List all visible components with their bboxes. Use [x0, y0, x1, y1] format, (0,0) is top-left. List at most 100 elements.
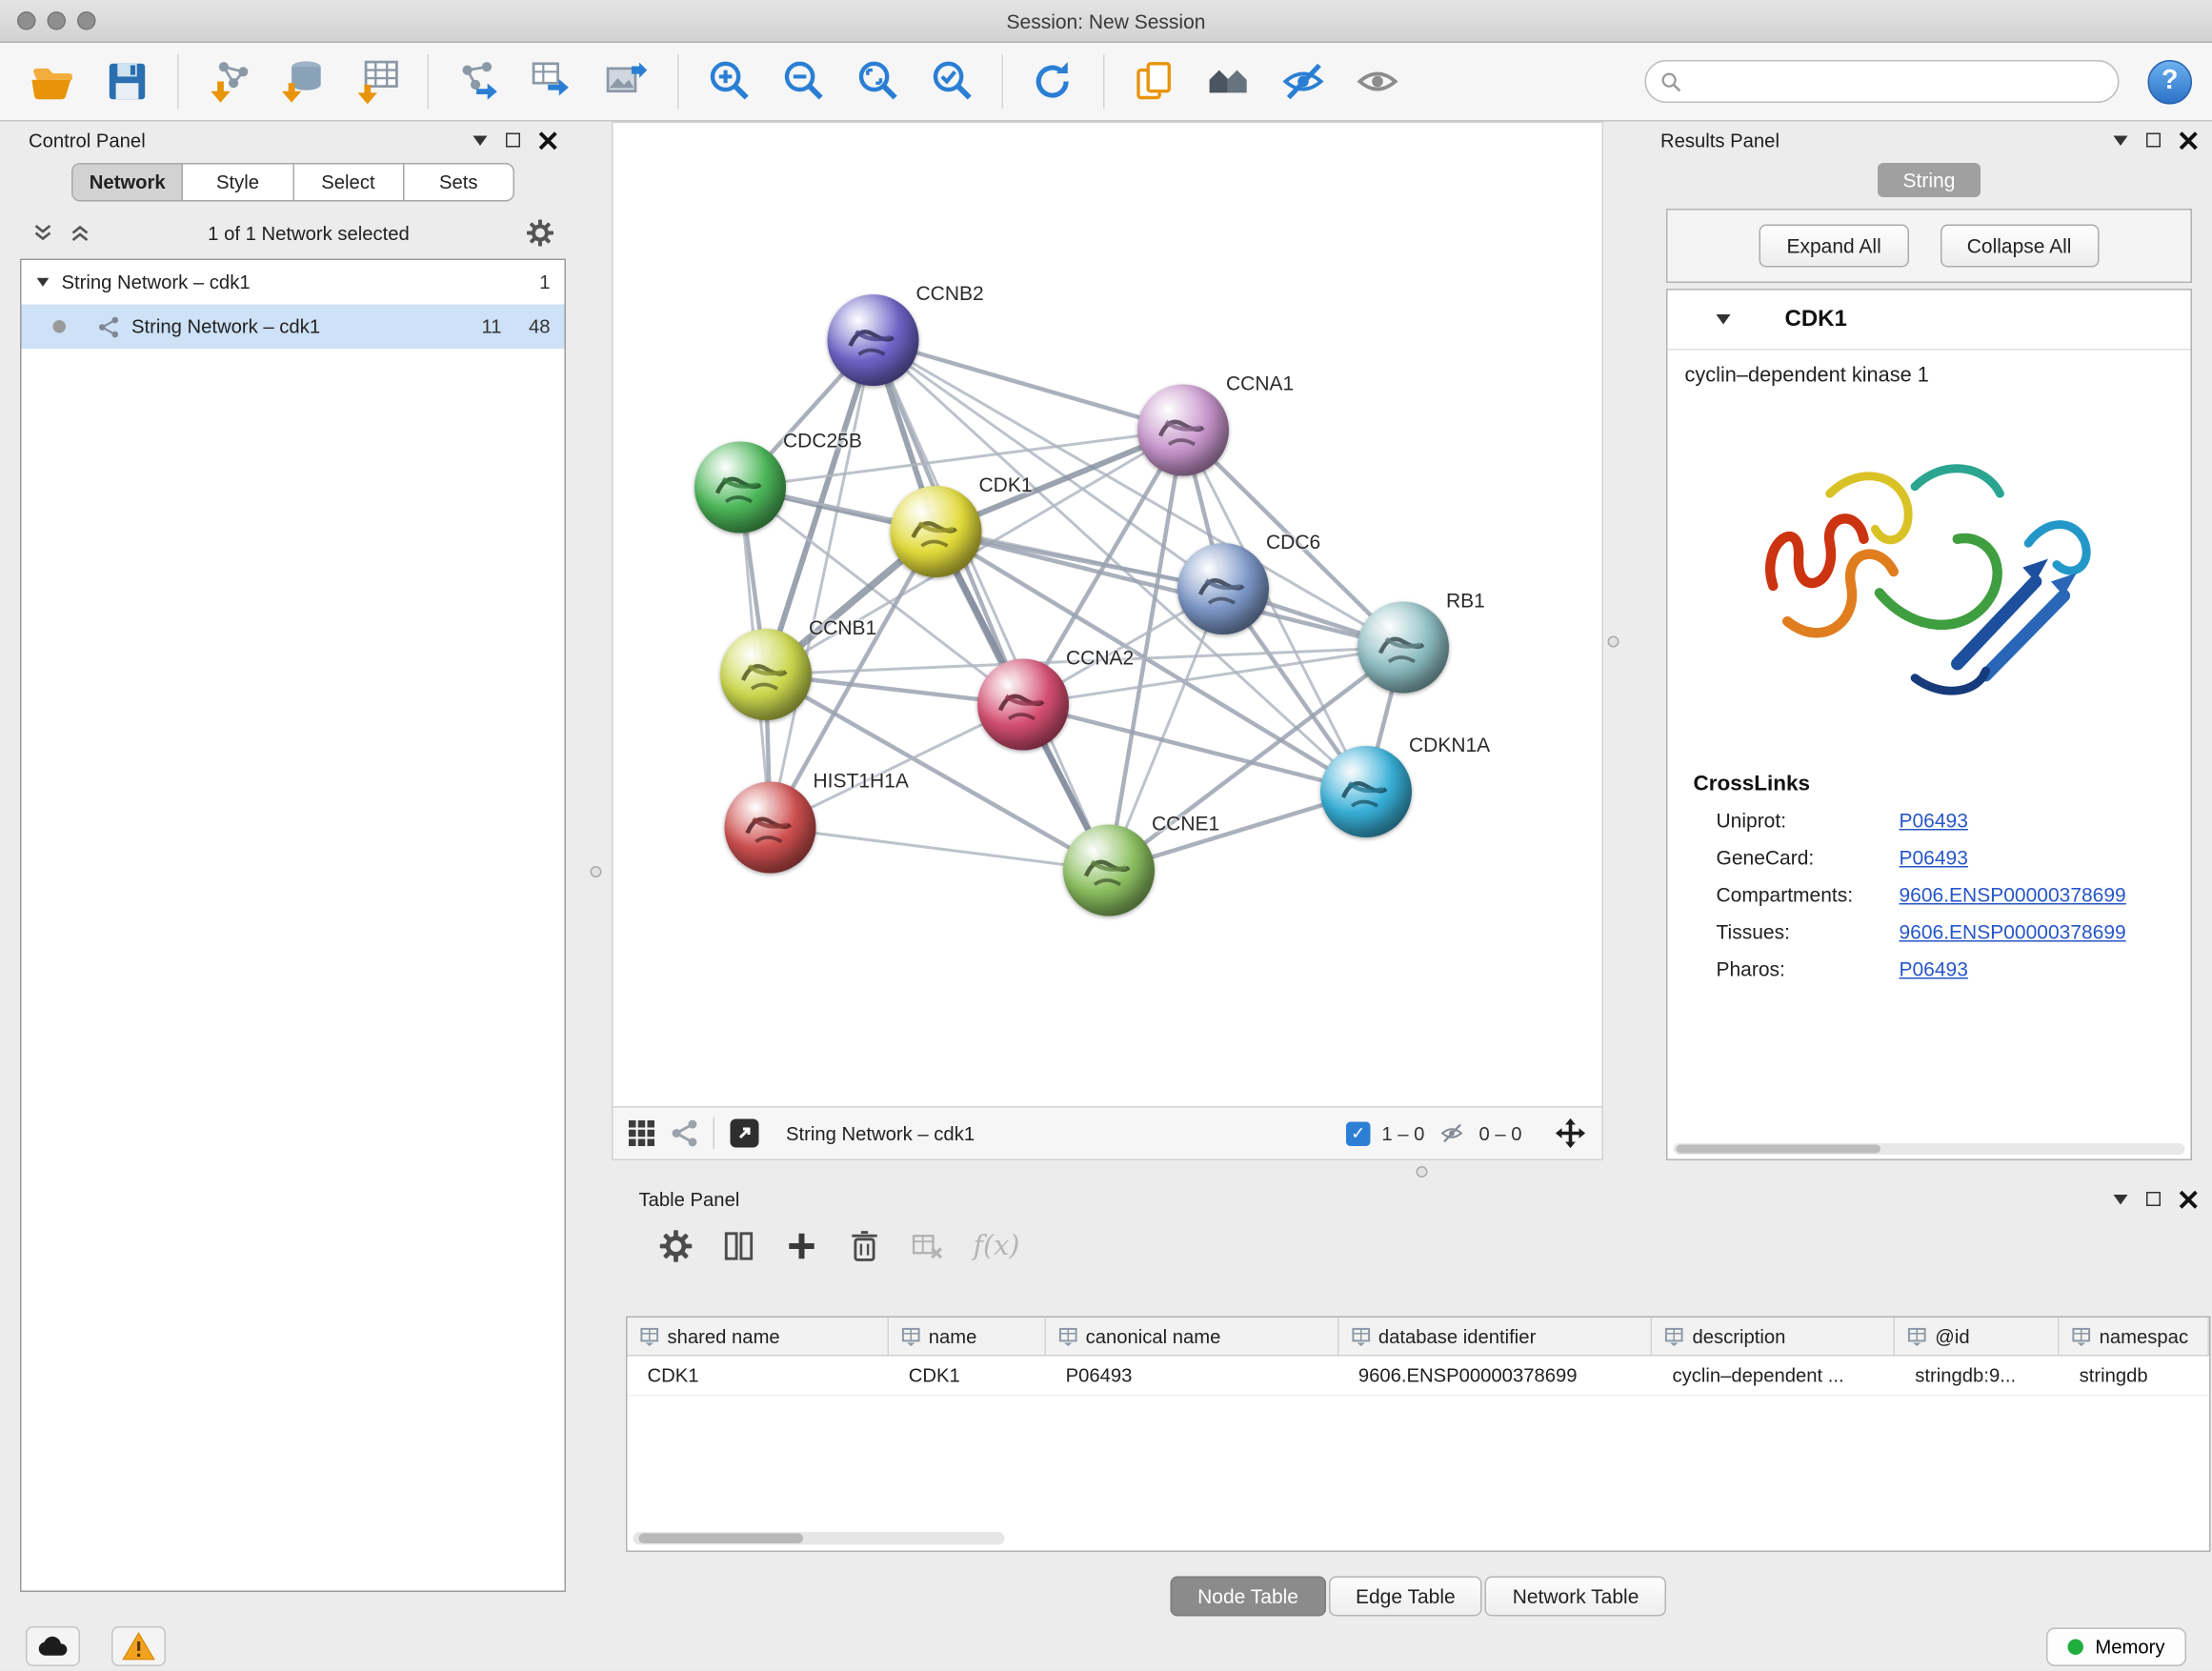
- table-settings-gear-icon[interactable]: [659, 1229, 694, 1263]
- network-edge[interactable]: [771, 828, 1110, 871]
- window-maximize-button[interactable]: [77, 11, 96, 30]
- panel-menu-icon[interactable]: [2114, 1194, 2128, 1204]
- zoom-out-button[interactable]: [771, 49, 836, 114]
- detach-view-icon[interactable]: [729, 1117, 760, 1149]
- window-minimize-button[interactable]: [48, 11, 67, 30]
- panel-close-icon[interactable]: [2180, 131, 2199, 150]
- expand-all-button[interactable]: Expand All: [1760, 225, 1908, 268]
- cloud-status-button[interactable]: [26, 1626, 80, 1666]
- table-cell[interactable]: stringdb:9...: [1895, 1357, 2059, 1396]
- search-input[interactable]: [1691, 70, 2104, 92]
- panel-menu-icon[interactable]: [2114, 135, 2128, 146]
- zoom-in-button[interactable]: [696, 49, 762, 114]
- zoom-selected-button[interactable]: [919, 49, 985, 114]
- panel-close-icon[interactable]: [2180, 1190, 2199, 1209]
- table-cell[interactable]: CDK1: [889, 1357, 1046, 1396]
- column-header-description[interactable]: description: [1653, 1318, 1896, 1355]
- crosslink-link[interactable]: P06493: [1900, 809, 1968, 832]
- memory-button[interactable]: Memory: [2046, 1627, 2186, 1666]
- network-node-ccnb2[interactable]: [828, 294, 919, 386]
- network-collection-row[interactable]: String Network – cdk1 1: [22, 260, 565, 305]
- window-close-button[interactable]: [17, 11, 36, 30]
- network-row[interactable]: String Network – cdk1 11 48: [22, 305, 565, 350]
- grid-view-icon[interactable]: [628, 1119, 656, 1148]
- warnings-button[interactable]: [111, 1626, 166, 1666]
- network-node-ccne1[interactable]: [1063, 825, 1155, 916]
- network-node-hist1h1a[interactable]: [725, 782, 816, 874]
- network-node-cdk1[interactable]: [891, 486, 982, 577]
- copy-document-button[interactable]: [1122, 49, 1188, 114]
- table-cell[interactable]: P06493: [1046, 1357, 1338, 1396]
- crosslink-link[interactable]: P06493: [1900, 957, 1968, 980]
- table-row[interactable]: CDK1CDK1P064939606.ENSP00000378699cyclin…: [628, 1357, 2210, 1397]
- network-node-cdc6[interactable]: [1177, 543, 1269, 634]
- import-network-from-database-button[interactable]: [271, 49, 336, 114]
- delete-column-icon[interactable]: [848, 1229, 882, 1263]
- network-node-cdkn1a[interactable]: [1320, 746, 1412, 837]
- column-header-database-identifier[interactable]: database identifier: [1338, 1318, 1653, 1355]
- column-header-canonical-name[interactable]: canonical name: [1046, 1318, 1338, 1355]
- network-node-ccna2[interactable]: [977, 659, 1069, 751]
- help-button[interactable]: ?: [2148, 59, 2193, 104]
- panel-menu-icon[interactable]: [473, 135, 488, 146]
- new-network-from-selection-button[interactable]: [446, 49, 512, 114]
- column-header-namespac[interactable]: namespac: [2060, 1318, 2209, 1355]
- network-node-cdc25b[interactable]: [694, 442, 786, 534]
- network-view[interactable]: CCNB2CCNA1CDC25BCDK1CDC6RB1CCNB1CCNA2CDK…: [612, 122, 1603, 1108]
- gene-header-row[interactable]: CDK1: [1668, 291, 2191, 351]
- tab-edge-table[interactable]: Edge Table: [1328, 1577, 1482, 1617]
- panel-float-icon[interactable]: [506, 133, 520, 148]
- panel-float-icon[interactable]: [2146, 133, 2161, 148]
- hide-selected-button[interactable]: [1271, 49, 1337, 114]
- collection-expander-icon[interactable]: [37, 278, 50, 287]
- add-column-icon[interactable]: [785, 1229, 819, 1263]
- horizontal-splitter-handle[interactable]: [1417, 1166, 1428, 1178]
- panel-float-icon[interactable]: [2146, 1192, 2161, 1206]
- crosslink-link[interactable]: 9606.ENSP00000378699: [1900, 883, 2126, 906]
- collapse-all-button[interactable]: Collapse All: [1940, 225, 2099, 268]
- tab-string[interactable]: String: [1878, 163, 1981, 197]
- right-splitter-handle[interactable]: [1608, 636, 1619, 648]
- tab-network[interactable]: Network: [73, 165, 184, 201]
- refresh-view-button[interactable]: [1020, 49, 1086, 114]
- show-all-button[interactable]: [1345, 49, 1411, 114]
- import-table-from-file-button[interactable]: [345, 49, 411, 114]
- column-header-shared-name[interactable]: shared name: [628, 1318, 889, 1355]
- select-columns-icon[interactable]: [722, 1229, 756, 1263]
- crosslink-link[interactable]: 9606.ENSP00000378699: [1900, 920, 2126, 943]
- collapse-all-icon[interactable]: [69, 223, 91, 243]
- expand-all-icon[interactable]: [31, 223, 54, 243]
- results-hscrollbar[interactable]: [1674, 1143, 2185, 1155]
- import-network-from-file-button[interactable]: [196, 49, 262, 114]
- table-cell[interactable]: CDK1: [628, 1357, 889, 1396]
- network-node-ccna1[interactable]: [1137, 385, 1229, 476]
- share-view-icon[interactable]: [671, 1119, 699, 1148]
- export-image-button[interactable]: [594, 49, 660, 114]
- column-header-name[interactable]: name: [889, 1318, 1046, 1355]
- network-edge[interactable]: [771, 340, 874, 828]
- home-button[interactable]: [1196, 49, 1262, 114]
- clone-network-button[interactable]: [520, 49, 586, 114]
- table-cell[interactable]: stringdb: [2060, 1357, 2209, 1396]
- table-cell[interactable]: cyclin–dependent ...: [1653, 1357, 1896, 1396]
- tab-node-table[interactable]: Node Table: [1171, 1577, 1326, 1617]
- column-header--id[interactable]: @id: [1895, 1318, 2059, 1355]
- crosslink-link[interactable]: P06493: [1900, 846, 1968, 869]
- tab-select[interactable]: Select: [293, 165, 404, 201]
- gear-icon[interactable]: [526, 219, 554, 248]
- pan-crosshair-icon[interactable]: [1554, 1117, 1588, 1151]
- gene-expander-icon[interactable]: [1717, 314, 1731, 325]
- table-hscrollbar[interactable]: [633, 1532, 1005, 1545]
- left-splitter-handle[interactable]: [591, 866, 602, 877]
- zoom-fit-button[interactable]: [845, 49, 911, 114]
- network-node-rb1[interactable]: [1357, 602, 1449, 694]
- tab-style[interactable]: Style: [183, 165, 293, 201]
- network-node-ccnb1[interactable]: [720, 629, 812, 720]
- hidden-eye-icon[interactable]: [1436, 1120, 1467, 1146]
- table-cell[interactable]: 9606.ENSP00000378699: [1338, 1357, 1653, 1396]
- panel-close-icon[interactable]: [539, 131, 558, 150]
- open-session-button[interactable]: [20, 49, 86, 114]
- tab-network-table[interactable]: Network Table: [1485, 1577, 1666, 1617]
- tab-sets[interactable]: Sets: [404, 165, 513, 201]
- save-session-button[interactable]: [94, 49, 160, 114]
